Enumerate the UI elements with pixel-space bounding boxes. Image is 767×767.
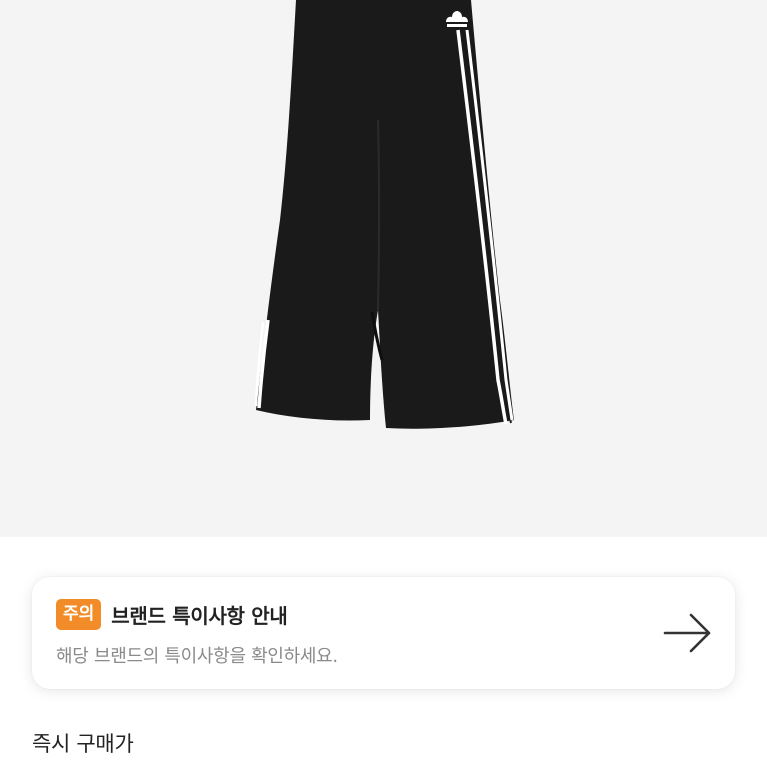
arrow-right-icon[interactable] (663, 611, 713, 655)
brand-notice-card[interactable]: 주의 브랜드 특이사항 안내 해당 브랜드의 특이사항을 확인하세요. (32, 577, 735, 689)
notice-header: 주의 브랜드 특이사항 안내 (56, 599, 288, 630)
product-image[interactable] (0, 0, 767, 537)
notice-description: 해당 브랜드의 특이사항을 확인하세요. (56, 646, 338, 667)
pants-body (256, 0, 514, 429)
instant-buy-price-label: 즉시 구매가 (32, 732, 134, 756)
product-page: 주의 브랜드 특이사항 안내 해당 브랜드의 특이사항을 확인하세요. 즉시 구… (0, 0, 767, 767)
wide-leg-pants-image (254, 0, 514, 429)
notice-title: 브랜드 특이사항 안내 (111, 604, 288, 628)
caution-badge: 주의 (56, 599, 102, 630)
pants-fold (377, 119, 381, 311)
